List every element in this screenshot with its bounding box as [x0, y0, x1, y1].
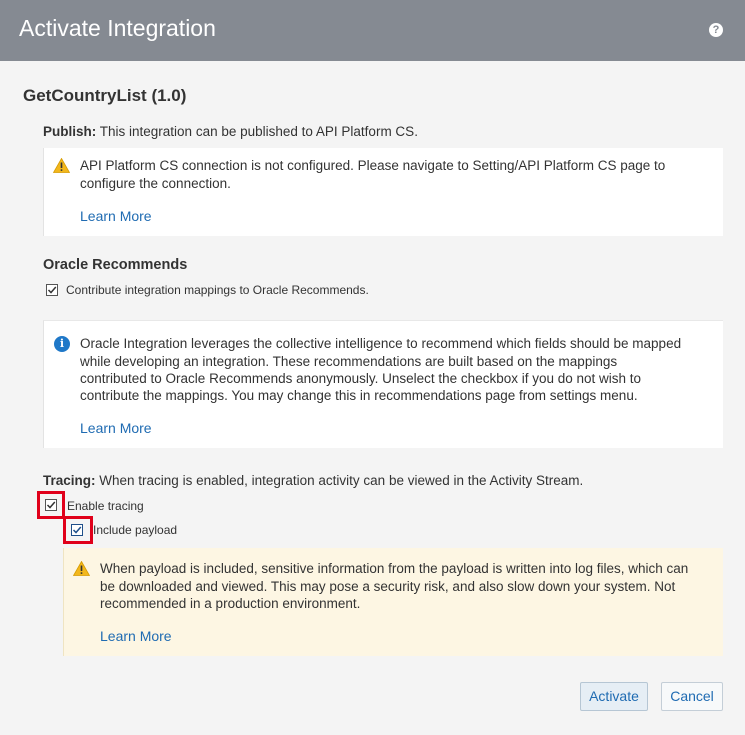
- recommends-learn-more-link[interactable]: Learn More: [80, 420, 152, 436]
- tracing-label: Tracing:: [43, 473, 96, 488]
- payload-warning-line-2: be downloaded and viewed. This may pose …: [100, 579, 676, 594]
- info-icon: i: [54, 336, 70, 352]
- publish-warning-line2: configure the connection.: [80, 176, 231, 191]
- publish-text: This integration can be published to API…: [99, 124, 418, 139]
- include-payload-label[interactable]: Include payload: [93, 523, 178, 537]
- include-payload-checkbox[interactable]: [71, 524, 83, 536]
- payload-warning-line-1: When payload is included, sensitive info…: [100, 561, 689, 576]
- integration-name: GetCountryList (1.0): [23, 86, 187, 105]
- activate-button[interactable]: Activate: [580, 682, 648, 711]
- checkmark-icon: [47, 286, 57, 294]
- payload-warning-panel: When payload is included, sensitive info…: [63, 548, 723, 656]
- recommends-checkbox[interactable]: [46, 284, 58, 296]
- warning-icon: [53, 158, 70, 173]
- warning-icon: [73, 561, 90, 576]
- dialog-title: Activate Integration: [19, 15, 216, 41]
- recommends-info-line-4: contribute the mappings. You may change …: [80, 388, 638, 403]
- publish-row: Publish: This integration can be publish…: [43, 124, 418, 139]
- cancel-button[interactable]: Cancel: [661, 682, 723, 711]
- recommends-info-line-2: while developing an integration. These r…: [80, 354, 618, 369]
- checkmark-icon: [46, 501, 56, 509]
- publish-label: Publish:: [43, 124, 97, 139]
- recommends-info-line-3: contributed to Oracle Recommends anonymo…: [80, 371, 642, 386]
- recommends-info-panel: i Oracle Integration leverages the colle…: [43, 320, 723, 448]
- enable-tracing-label[interactable]: Enable tracing: [67, 499, 144, 513]
- checkmark-icon: [72, 526, 82, 534]
- recommends-heading: Oracle Recommends: [43, 257, 188, 273]
- payload-learn-more-link[interactable]: Learn More: [100, 628, 172, 644]
- recommends-checkbox-label[interactable]: Contribute integration mappings to Oracl…: [66, 283, 369, 297]
- tracing-text: When tracing is enabled, integration act…: [99, 473, 584, 488]
- tracing-row: Tracing: When tracing is enabled, integr…: [43, 473, 583, 488]
- publish-learn-more-link[interactable]: Learn More: [80, 208, 152, 224]
- payload-warning-line-3: recommended in a production environment.: [100, 596, 361, 611]
- help-icon[interactable]: ?: [709, 23, 723, 37]
- publish-warning-line1: API Platform CS connection is not config…: [80, 158, 666, 173]
- enable-tracing-checkbox[interactable]: [45, 499, 57, 511]
- publish-warning-panel: API Platform CS connection is not config…: [43, 148, 723, 236]
- dialog-titlebar: Activate Integration ?: [0, 0, 745, 61]
- recommends-info-line-1: Oracle Integration leverages the collect…: [80, 336, 682, 351]
